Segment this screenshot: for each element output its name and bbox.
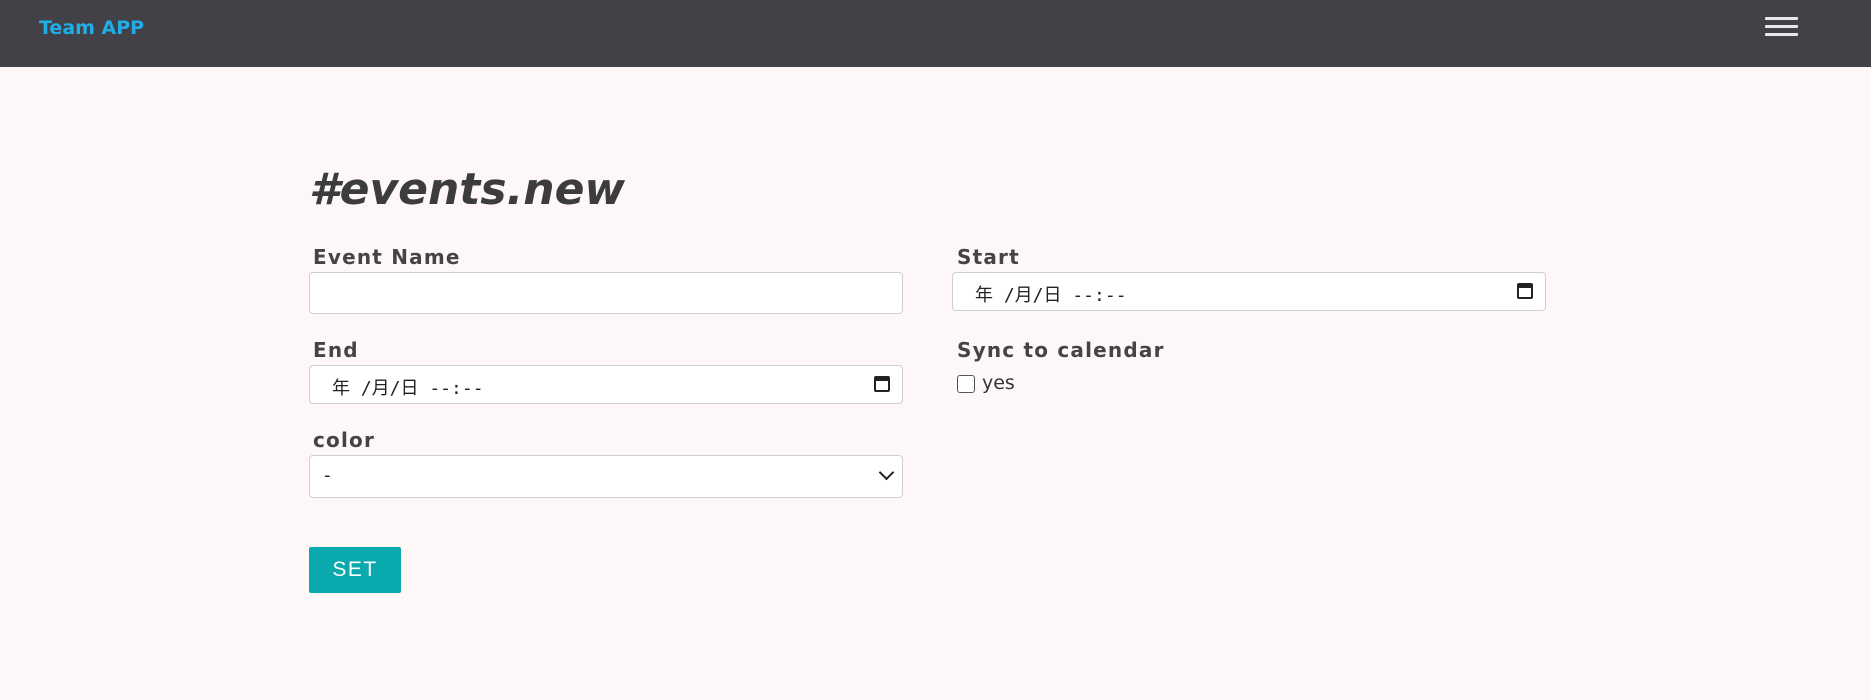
calendar-icon[interactable] [874, 376, 890, 392]
set-button[interactable]: SET [309, 547, 401, 593]
event-name-input[interactable] [309, 272, 903, 314]
hamburger-bar [1765, 17, 1798, 20]
end-datetime-value: 年 /月/日 --:-- [332, 378, 484, 399]
event-name-label: Event Name [313, 245, 461, 269]
hamburger-bar [1765, 25, 1798, 28]
hamburger-menu-icon[interactable] [1765, 17, 1798, 37]
brand-link[interactable]: Team APP [39, 17, 144, 39]
chevron-down-icon [878, 464, 895, 481]
start-datetime-value: 年 /月/日 --:-- [975, 285, 1127, 306]
color-select-value: - [324, 465, 331, 486]
hamburger-bar [1765, 33, 1798, 36]
page-title: #events.new [309, 164, 626, 215]
color-select[interactable]: - [309, 455, 903, 498]
sync-calendar-checkbox[interactable] [957, 375, 975, 393]
calendar-icon[interactable] [1517, 283, 1533, 299]
end-label: End [313, 338, 359, 362]
sync-calendar-label: Sync to calendar [957, 338, 1165, 362]
start-label: Start [957, 245, 1020, 269]
sync-calendar-option-label[interactable]: yes [982, 372, 1015, 394]
navbar: Team APP [0, 0, 1871, 67]
start-datetime-input[interactable]: 年 /月/日 --:-- [952, 272, 1546, 311]
end-datetime-input[interactable]: 年 /月/日 --:-- [309, 365, 903, 404]
color-label: color [313, 428, 376, 452]
